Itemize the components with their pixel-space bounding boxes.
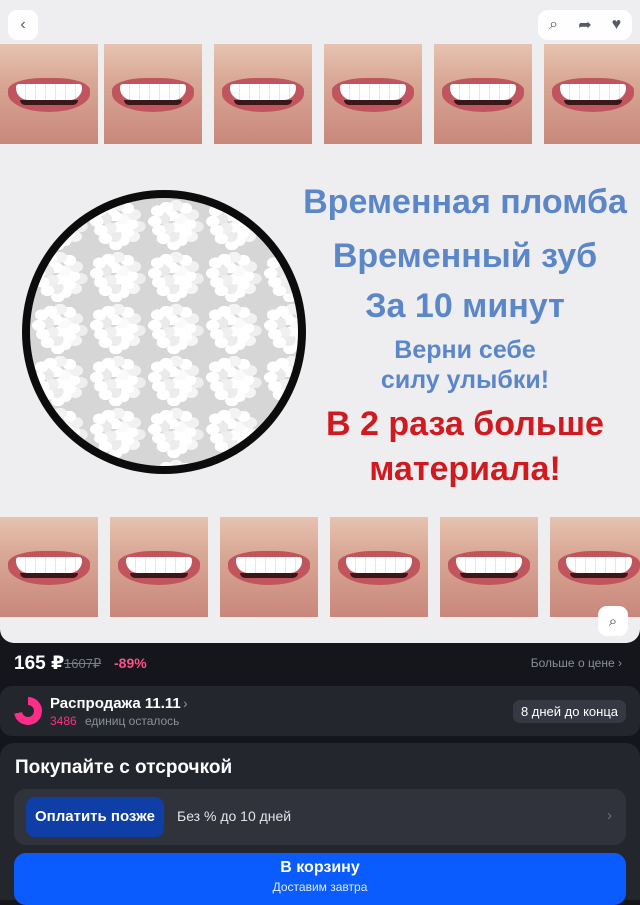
promo-line: Временная пломба — [303, 183, 627, 221]
old-price: 1607₽ — [64, 656, 102, 671]
promo-line: За 10 минут — [365, 287, 565, 325]
smile-photo — [434, 44, 532, 144]
chevron-right-icon: › — [607, 807, 612, 824]
more-about-price-link[interactable]: Больше о цене › — [531, 656, 622, 670]
smile-photo — [324, 44, 422, 144]
pay-later-option[interactable]: Оплатить позже Без % до 10 дней › — [14, 789, 626, 845]
add-to-cart-label: В корзину — [280, 859, 360, 876]
promo-line: Верни себе — [394, 336, 536, 364]
smile-photo — [550, 517, 640, 617]
current-price: 165 ₽ — [14, 653, 65, 674]
sale-title: Распродажа 11.11 — [50, 695, 181, 712]
promo-line-highlight: В 2 раза больше — [326, 405, 604, 443]
smile-photo — [0, 44, 98, 144]
delivery-note: Доставим завтра — [272, 880, 368, 894]
granules-photo — [22, 190, 306, 474]
smile-photo — [110, 517, 208, 617]
promo-line: Временный зуб — [332, 237, 598, 275]
image-search-button[interactable]: ⌕ — [598, 606, 628, 636]
smile-photo — [214, 44, 312, 144]
smile-photos-bottom-row — [0, 517, 640, 617]
days-left-badge: 8 дней до конца — [512, 700, 626, 723]
smile-photo — [104, 44, 202, 144]
price-row: 165 ₽ 1607₽ -89% Больше о цене › — [14, 652, 622, 676]
discount-badge: -89% — [114, 655, 147, 671]
promo-line: силу улыбки! — [380, 366, 550, 394]
add-to-cart-button[interactable]: В корзину Доставим завтра — [14, 853, 626, 905]
back-button[interactable]: ‹ — [8, 10, 38, 40]
smile-photos-top-row — [0, 44, 640, 144]
search-icon[interactable]: ⌕ — [540, 16, 568, 34]
units-left-label: единиц осталось — [85, 714, 180, 728]
pay-later-button[interactable]: Оплатить позже — [26, 797, 164, 837]
smile-photo — [440, 517, 538, 617]
back-icon: ‹ — [20, 16, 26, 33]
smile-photo — [544, 44, 640, 144]
chevron-right-icon: › — [183, 695, 188, 711]
sale-logo-icon — [14, 697, 42, 725]
pay-later-description: Без % до 10 дней — [177, 808, 292, 824]
promo-line-highlight: материала! — [369, 450, 561, 488]
smile-photo — [0, 517, 98, 617]
smile-photo — [220, 517, 318, 617]
smile-photo — [330, 517, 428, 617]
sale-banner[interactable]: Распродажа 11.11 › 3486 единиц осталось … — [0, 686, 640, 736]
share-icon[interactable]: ➦ — [571, 15, 599, 35]
product-image[interactable]: ‹ ⌕ ➦ ♥ Временная пломба Временный зуб З… — [0, 0, 640, 643]
units-left-count: 3486 — [50, 714, 77, 728]
deferred-payment-title: Покупайте с отсрочкой — [15, 757, 233, 778]
top-actions: ⌕ ➦ ♥ — [538, 10, 632, 40]
image-search-icon: ⌕ — [608, 612, 618, 630]
heart-icon[interactable]: ♥ — [602, 16, 630, 34]
